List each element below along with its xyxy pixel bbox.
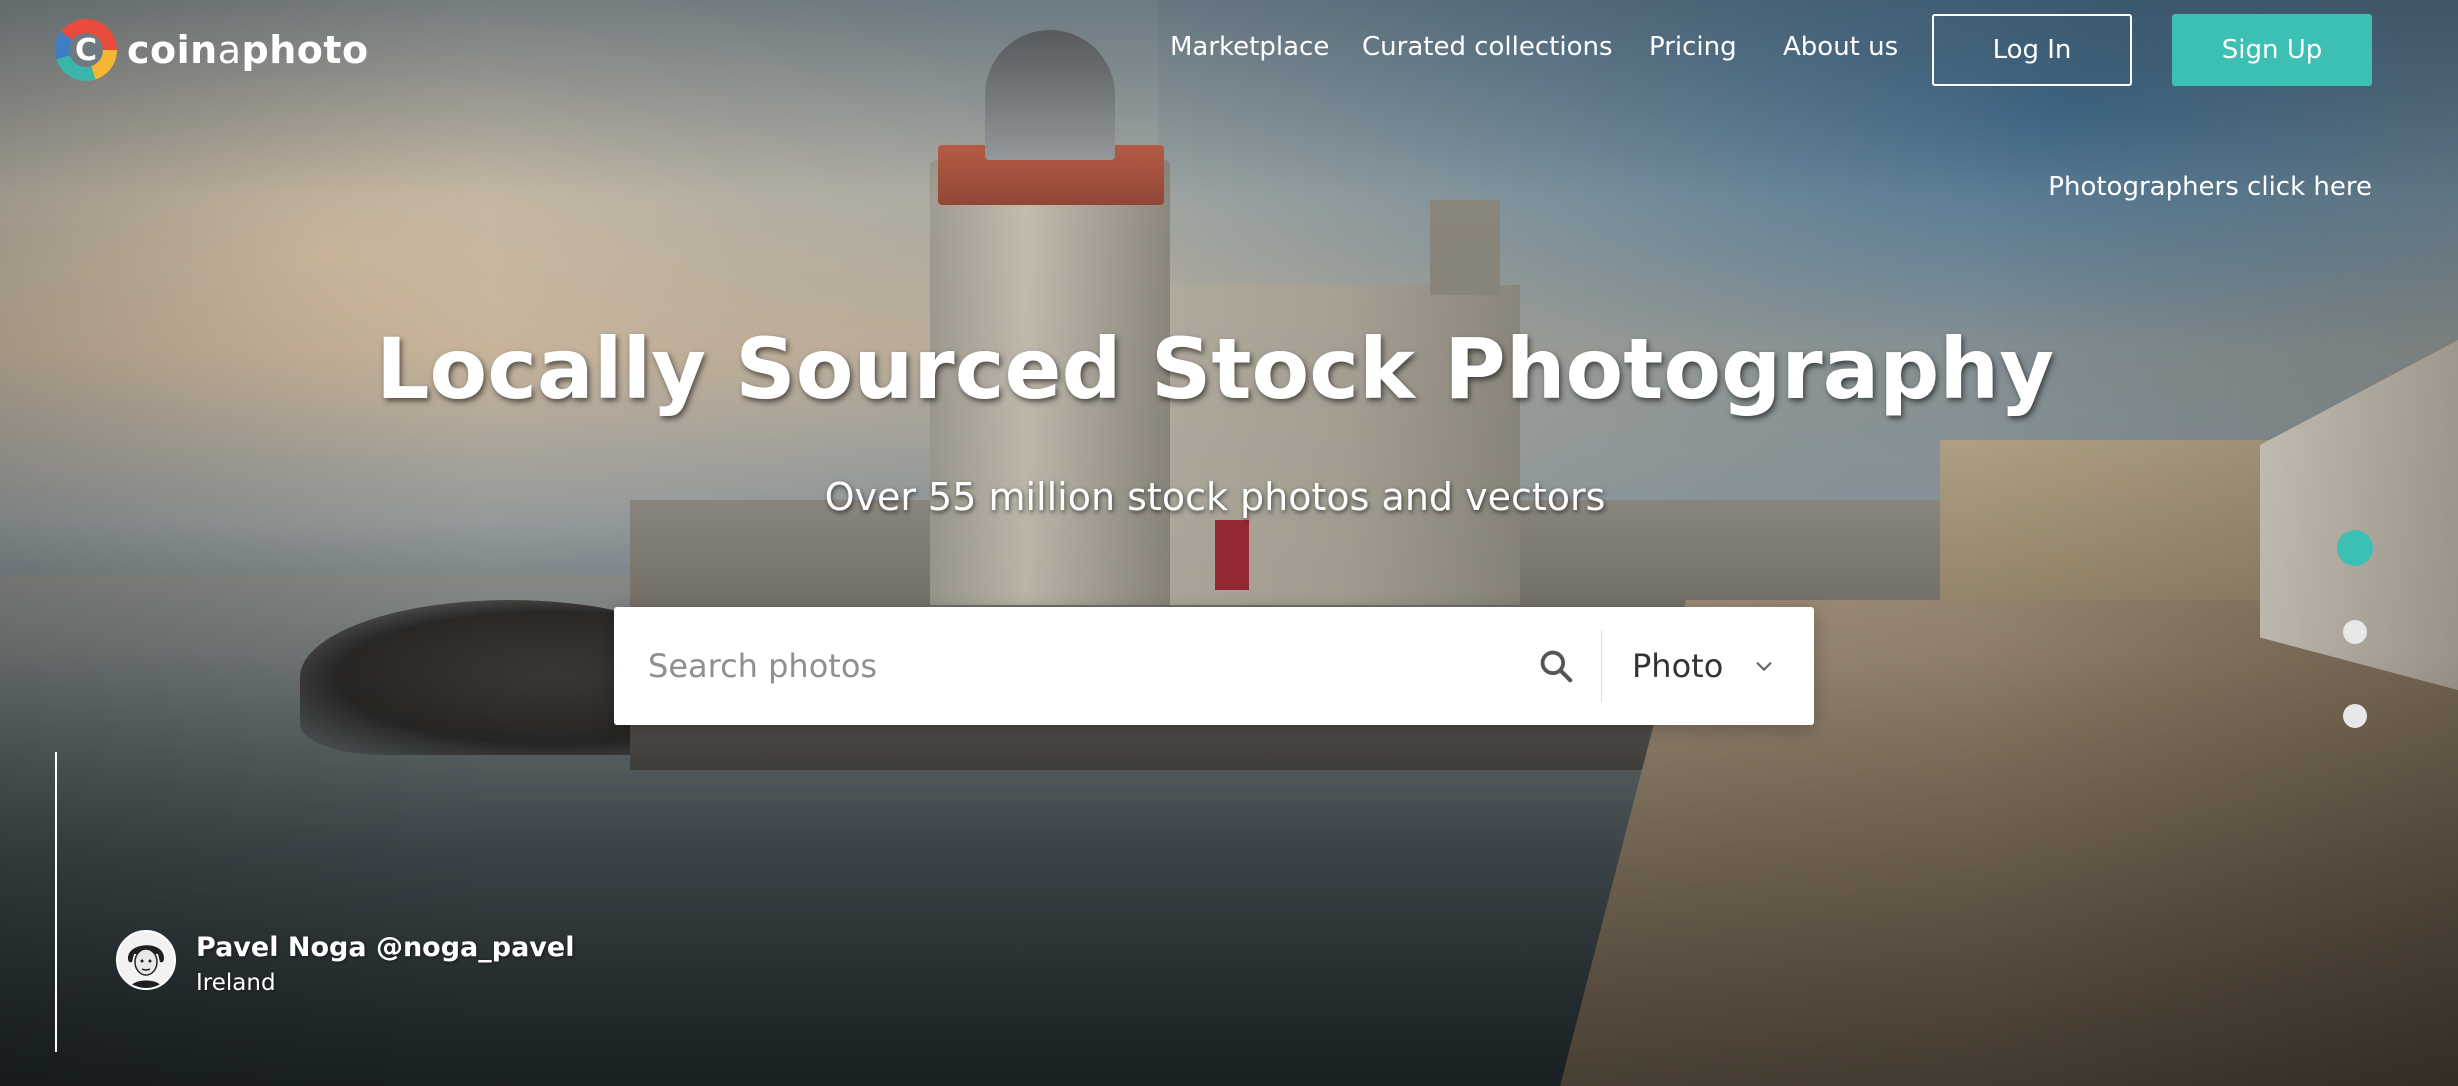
search-bar: Photo xyxy=(614,607,1814,725)
nav-marketplace[interactable]: Marketplace xyxy=(1170,32,1329,62)
nav-curated-collections[interactable]: Curated collections xyxy=(1362,32,1613,62)
site-logo[interactable]: C coinaphoto xyxy=(55,18,369,82)
logo-part-3: photo xyxy=(241,28,369,72)
logo-part-2: a xyxy=(217,28,242,72)
login-button[interactable]: Log In xyxy=(1932,14,2132,86)
photo-location: Ireland xyxy=(196,970,276,996)
hero-background xyxy=(0,0,2458,1086)
image-vignette xyxy=(0,0,2458,1086)
logo-wordmark: coinaphoto xyxy=(127,28,369,72)
logo-part-1: coin xyxy=(127,28,218,72)
media-type-value: Photo xyxy=(1632,647,1724,685)
hero-headline: Locally Sourced Stock Photography xyxy=(376,320,2054,418)
nav-pricing[interactable]: Pricing xyxy=(1649,32,1737,62)
credit-divider-line xyxy=(55,752,57,1052)
photographers-link[interactable]: Photographers click here xyxy=(2048,172,2372,202)
media-type-select[interactable]: Photo xyxy=(1602,607,1814,725)
coinaphoto-logo-icon: C xyxy=(55,19,117,81)
search-input[interactable] xyxy=(614,607,1511,725)
site-header: C coinaphoto Marketplace Curated collect… xyxy=(0,0,2458,110)
signup-button[interactable]: Sign Up xyxy=(2172,14,2372,86)
nav-about-us[interactable]: About us xyxy=(1783,32,1898,62)
slide-dot-3[interactable] xyxy=(2343,704,2367,728)
chevron-down-icon xyxy=(1756,662,1772,671)
slide-dot-2[interactable] xyxy=(2343,620,2367,644)
avatar-portrait-icon xyxy=(118,932,174,988)
logo-glyph: C xyxy=(74,32,98,68)
hero-subheadline: Over 55 million stock photos and vectors xyxy=(824,475,1606,519)
photographer-avatar[interactable] xyxy=(116,930,176,990)
slide-dot-1[interactable] xyxy=(2337,530,2373,566)
photographer-name[interactable]: Pavel Noga @noga_pavel xyxy=(196,932,574,963)
search-button[interactable] xyxy=(1511,607,1601,725)
search-icon xyxy=(1540,650,1573,683)
